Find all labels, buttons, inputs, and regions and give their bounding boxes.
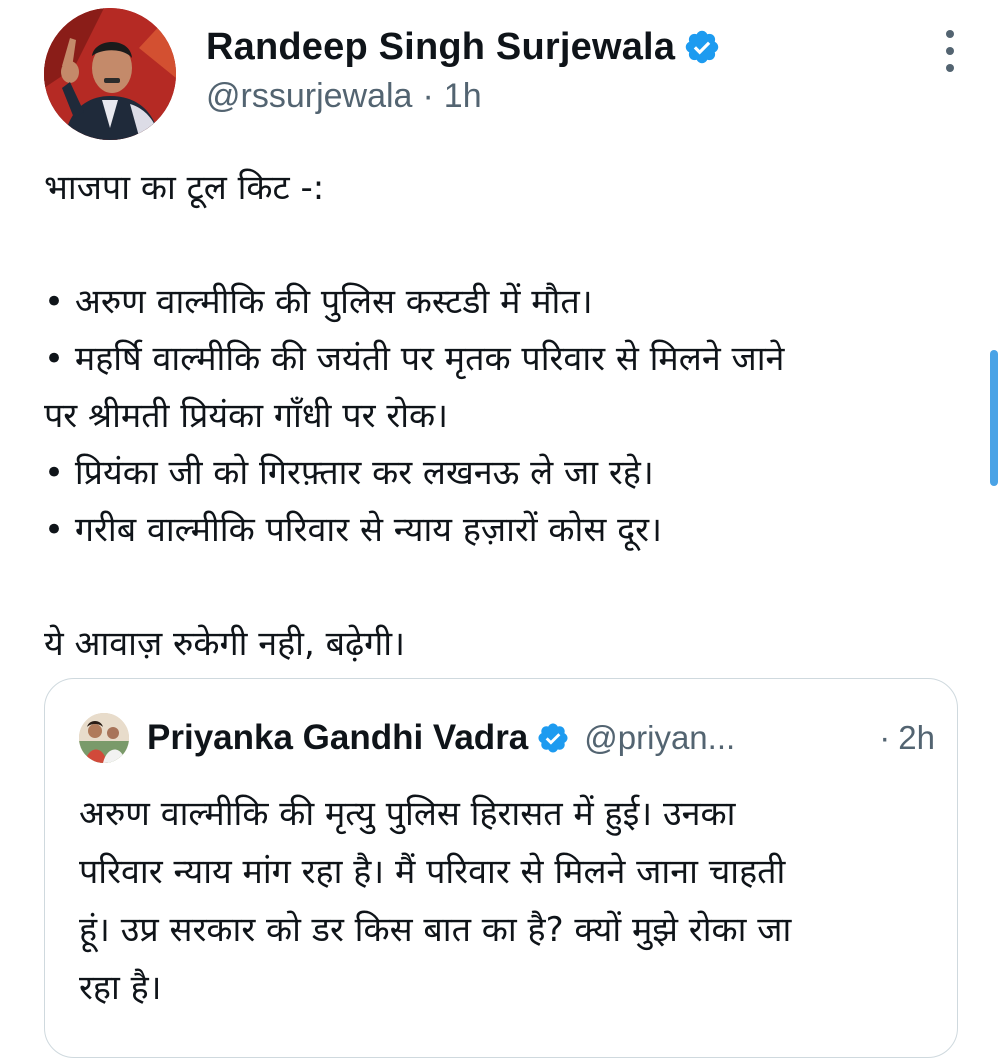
author-name-row: Randeep Singh Surjewala [206, 22, 721, 72]
separator-dot: · [422, 77, 434, 115]
quoted-tweet-card[interactable]: Priyanka Gandhi Vadra @priyan... · 2h अरु… [44, 678, 958, 1058]
tweet-line: पर श्रीमती प्रियंका गाँधी पर रोक। [44, 396, 449, 436]
tweet-line: ये आवाज़ रुकेगी नही, बढ़ेगी। [44, 624, 405, 664]
quoted-tweet-timestamp[interactable]: · 2h [879, 719, 935, 757]
more-options-icon[interactable] [938, 30, 962, 72]
tweet-bullet-line: • गरीब वाल्मीकि परिवार से न्याय हज़ारों … [44, 510, 662, 550]
tweet-body: भाजपा का टूल किट -: • अरुण वाल्मीकि की प… [44, 160, 944, 673]
quoted-author-handle[interactable]: @priyan... [584, 719, 735, 757]
quoted-time-text: 2h [898, 719, 935, 756]
quoted-tweet-body: अरुण वाल्मीकि की मृत्यु पुलिस हिरासत में… [79, 785, 939, 1017]
quoted-author-display-name[interactable]: Priyanka Gandhi Vadra [147, 718, 528, 758]
tweet-timestamp[interactable]: 1h [444, 77, 482, 115]
quoted-tweet-line: हूं। उप्र सरकार को डर किस बात का है? क्य… [79, 910, 792, 950]
tweet-bullet-line: • महर्षि वाल्मीकि की जयंती पर मृतक परिवा… [44, 339, 785, 379]
tweet[interactable]: Randeep Singh Surjewala @rssurjewala · 1h … [0, 0, 1004, 1058]
verified-badge-icon [683, 28, 721, 66]
tweet-bullet-line: • अरुण वाल्मीकि की पुलिस कस्टडी में मौत। [44, 282, 593, 322]
separator-dot: · [879, 719, 891, 756]
author-handle-row: @rssurjewala · 1h [206, 74, 482, 118]
quoted-author-row: Priyanka Gandhi Vadra @priyan... · 2h [147, 713, 935, 763]
avatar-photo [44, 8, 176, 140]
quoted-tweet-line: अरुण वाल्मीकि की मृत्यु पुलिस हिरासत में… [79, 794, 736, 834]
author-display-name[interactable]: Randeep Singh Surjewala [206, 26, 675, 69]
quoted-avatar-photo [79, 713, 129, 763]
quoted-author-avatar[interactable] [79, 713, 129, 763]
scrollbar-thumb[interactable] [990, 350, 998, 486]
author-handle[interactable]: @rssurjewala [206, 77, 412, 115]
quoted-tweet-line: रहा है। [79, 968, 162, 1008]
author-avatar[interactable] [44, 8, 176, 140]
quoted-tweet-line: परिवार न्याय मांग रहा है। मैं परिवार से … [79, 852, 786, 892]
tweet-bullet-line: • प्रियंका जी को गिरफ़्तार कर लखनऊ ले जा… [44, 453, 654, 493]
tweet-line: भाजपा का टूल किट -: [44, 168, 325, 208]
quoted-verified-badge-icon [536, 721, 570, 755]
